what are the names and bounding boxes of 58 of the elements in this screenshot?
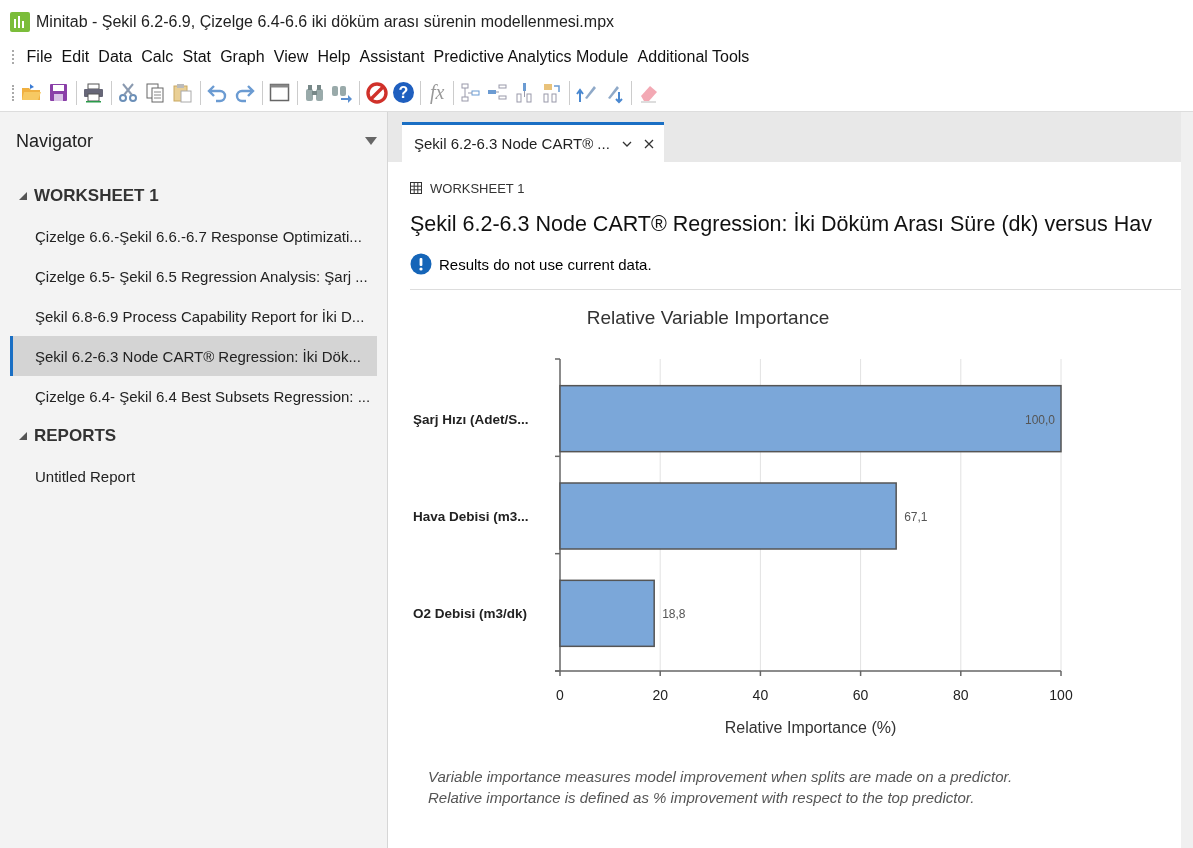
pane-title: Navigator: [16, 130, 94, 152]
category-label: Şarj Hızı (Adet/S...: [413, 411, 529, 427]
section-header[interactable]: REPORTS: [34, 426, 117, 446]
output-heading: Şekil 6.2-6.3 Node CART® Regression: İki Döküm Arası Süre (dk) versus Hav: [410, 210, 1153, 238]
copy-icon[interactable]: [145, 81, 167, 104]
tick-label: 20: [652, 687, 668, 703]
chevron-down-icon[interactable]: [621, 140, 632, 147]
navigator-item[interactable]: Çizelge 6.4- Şekil 6.4 Best Subsets Regression: ...: [10, 376, 377, 416]
window-icon[interactable]: [269, 81, 291, 104]
menu-item[interactable]: Help: [312, 48, 355, 66]
navigator-item[interactable]: Çizelge 6.5- Şekil 6.5 Regression Analysis: Şarj ...: [10, 256, 377, 296]
menu-item[interactable]: Data: [93, 48, 137, 66]
menu-item[interactable]: Assistant: [354, 48, 429, 66]
tick-label: 0: [556, 687, 564, 703]
category-label: O2 Debisi (m3/dk): [413, 606, 528, 622]
window-title: Minitab - Şekil 6.2-6.9, Çizelge 6.4-6.6 iki döküm arası sürenin modellenmesi.mpx: [36, 13, 615, 31]
document-tab[interactable]: Şekil 6.2-6.3 Node CART® ...: [402, 122, 664, 162]
navigator-item[interactable]: Çizelge 6.6.-Şekil 6.6.-6.7 Response Optimizati...: [10, 216, 377, 256]
menu-item[interactable]: File: [22, 48, 57, 66]
chart-title: Relative Variable Importance: [586, 307, 830, 328]
notice-text: Results do not use current data.: [439, 255, 652, 273]
paste-icon[interactable]: [172, 81, 194, 104]
help-button[interactable]: ?: [393, 82, 414, 103]
tick-label: 80: [953, 687, 969, 703]
menu-item[interactable]: Additional Tools: [632, 48, 754, 66]
axis-title: Relative Importance (%): [724, 719, 897, 736]
printer-icon[interactable]: [83, 81, 105, 104]
expanded-icon[interactable]: [18, 431, 28, 441]
warning-icon: [410, 253, 432, 275]
save-icon[interactable]: [48, 81, 70, 104]
menu-item[interactable]: Predictive Analytics Module: [429, 48, 633, 66]
close-icon[interactable]: [643, 138, 654, 149]
footnote: Relative importance is defined as % improvement with respect to the top predictor.: [428, 789, 976, 806]
stop-icon[interactable]: [366, 81, 388, 104]
menu-item[interactable]: Edit: [56, 48, 94, 66]
footnote: Variable importance measures model improvement when splits are made on a predictor.: [428, 768, 1014, 785]
dropdown-icon[interactable]: [365, 137, 377, 145]
grid-icon: [410, 182, 422, 194]
navigator-item[interactable]: Untitled Report: [10, 456, 377, 496]
value-label: 100,0: [1024, 412, 1055, 427]
menu-item[interactable]: Graph: [215, 48, 270, 66]
tick-label: 40: [752, 687, 769, 703]
menu-item[interactable]: Stat: [177, 48, 216, 66]
category-label: Hava Debisi (m3...: [413, 509, 529, 524]
navigator-item[interactable]: Şekil 6.2-6.3 Node CART® Regression: İki Dök...: [10, 336, 377, 376]
value-label: 18,8: [662, 607, 686, 622]
value-label: 67,1: [904, 510, 928, 524]
worksheet-label: WORKSHEET 1: [430, 180, 525, 196]
menu-item[interactable]: Calc: [136, 48, 178, 66]
navigator-item[interactable]: Şekil 6.8-6.9 Process Capability Report for İki D...: [10, 296, 377, 336]
tick-label: 60: [852, 687, 869, 703]
section-header[interactable]: WORKSHEET 1: [34, 186, 159, 206]
menu-item[interactable]: View: [269, 48, 313, 66]
app-logo-icon: [10, 12, 30, 32]
tick-label: 100: [1049, 687, 1073, 703]
tree-icon[interactable]: [460, 81, 483, 104]
scissors-icon[interactable]: [118, 81, 140, 104]
expanded-icon[interactable]: [18, 191, 28, 201]
